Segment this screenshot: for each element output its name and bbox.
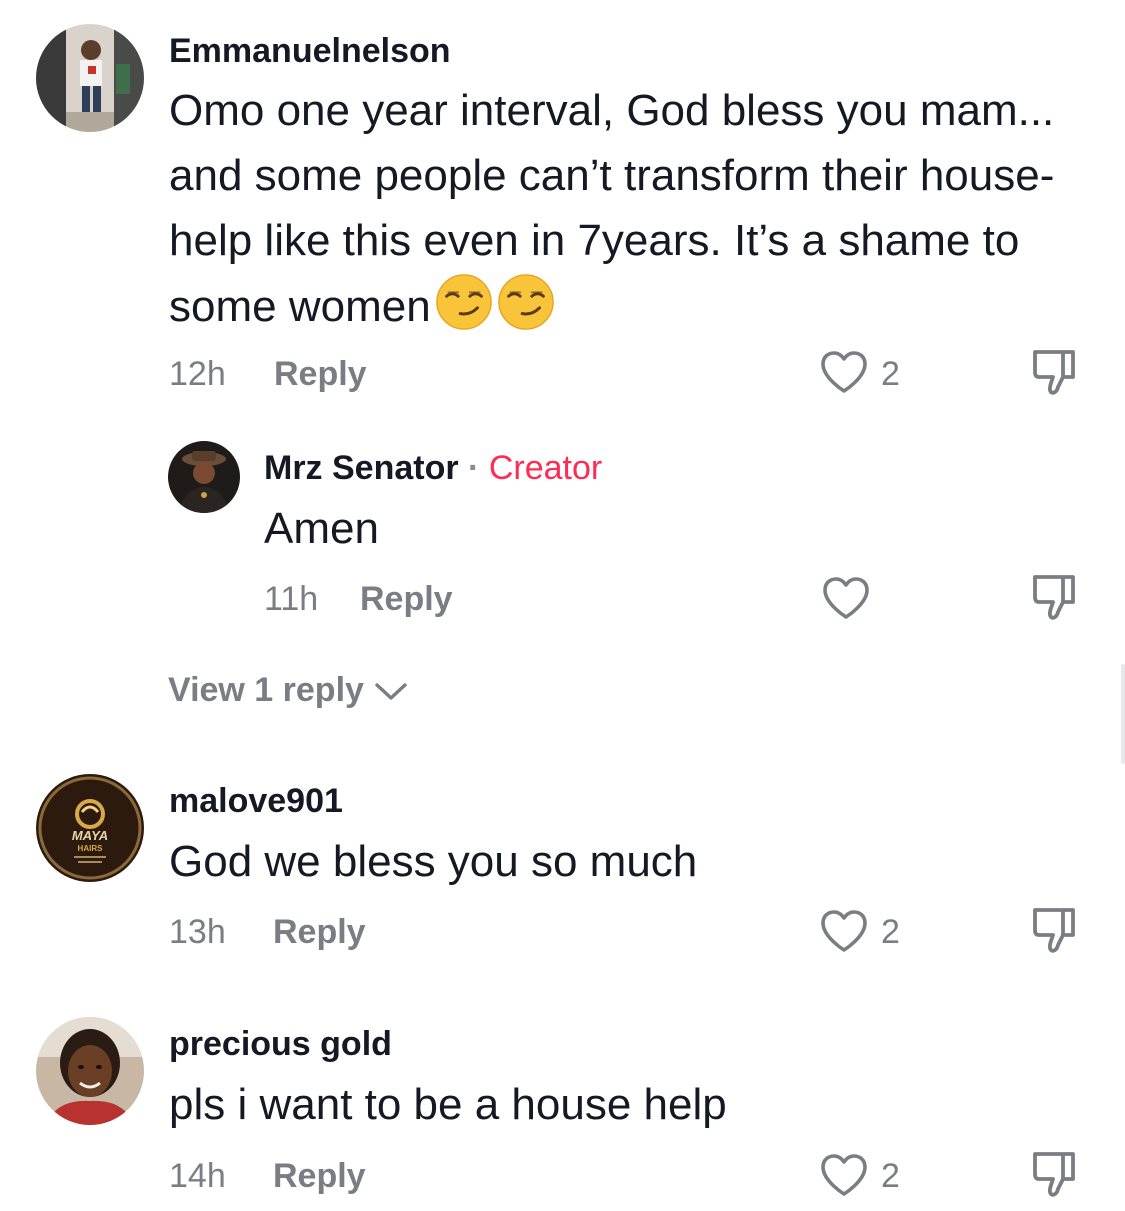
like-count: 2 xyxy=(881,355,900,393)
view-replies-label: View 1 reply xyxy=(168,671,364,709)
smirk-emoji-icon xyxy=(435,273,493,331)
heart-outline-icon[interactable] xyxy=(822,576,870,620)
creator-name[interactable]: Mrz Senator xyxy=(264,449,459,487)
like-count: 2 xyxy=(881,913,900,951)
thumbs-down-icon[interactable] xyxy=(1030,572,1078,624)
smirk-emoji-icon xyxy=(497,273,555,331)
avatar[interactable] xyxy=(36,24,144,132)
heart-outline-icon[interactable] xyxy=(820,350,868,394)
thumbs-down-icon[interactable] xyxy=(1030,905,1078,957)
separator-dot: · xyxy=(468,449,480,487)
reply-username: Mrz Senator · Creator xyxy=(264,449,602,488)
reply-button[interactable]: Reply xyxy=(273,1157,366,1196)
comment-username[interactable]: precious gold xyxy=(169,1025,392,1064)
heart-outline-icon[interactable] xyxy=(820,909,868,953)
reply-button[interactable]: Reply xyxy=(274,355,367,394)
creator-avatar[interactable] xyxy=(168,441,240,513)
thumbs-down-icon[interactable] xyxy=(1030,347,1078,399)
comment-text: pls i want to be a house help xyxy=(169,1080,727,1129)
comment-timestamp: 13h xyxy=(169,913,226,951)
thumbs-down-icon[interactable] xyxy=(1030,1149,1078,1201)
comment-text-content: Omo one year interval, God bless you mam… xyxy=(169,86,1055,331)
view-replies-button[interactable]: View 1 reply xyxy=(168,671,409,710)
avatar[interactable]: MAYA HAIRS xyxy=(36,774,144,882)
avatar-brand-text: MAYA xyxy=(72,828,108,843)
chevron-down-icon xyxy=(375,683,408,700)
reply-button[interactable]: Reply xyxy=(273,913,366,952)
comment-username[interactable]: malove901 xyxy=(169,782,343,821)
comment-username[interactable]: Emmanuelnelson xyxy=(169,32,451,71)
heart-outline-icon[interactable] xyxy=(820,1153,868,1197)
creator-badge: Creator xyxy=(488,449,603,487)
scrollbar[interactable] xyxy=(1121,664,1125,764)
comment-text: Omo one year interval, God bless you mam… xyxy=(169,78,1099,339)
reply-timestamp: 11h xyxy=(264,580,319,618)
like-count: 2 xyxy=(881,1157,900,1195)
avatar[interactable] xyxy=(36,1017,144,1125)
reply-text: Amen xyxy=(264,504,379,553)
comment-text: God we bless you so much xyxy=(169,837,698,886)
reply-button[interactable]: Reply xyxy=(360,580,453,619)
comment-timestamp: 12h xyxy=(169,355,226,393)
comment-timestamp: 14h xyxy=(169,1157,226,1195)
avatar-brand-subtext: HAIRS xyxy=(78,844,104,853)
